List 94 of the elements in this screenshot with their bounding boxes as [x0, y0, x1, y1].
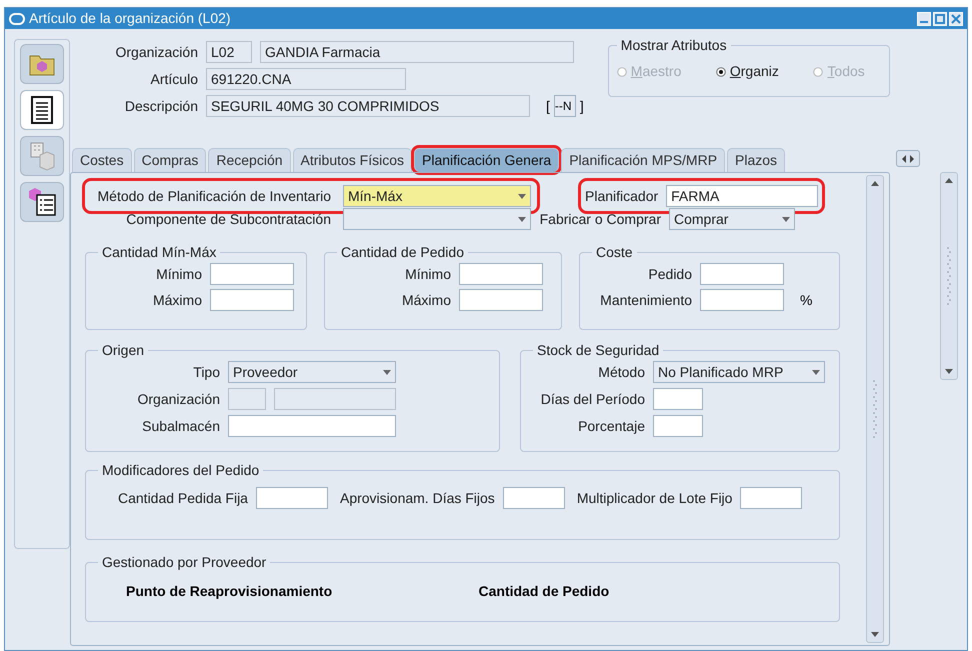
field-label: Mínimo	[155, 264, 202, 284]
column-header: Cantidad de Pedido	[478, 582, 610, 601]
field-label: Aprovisionam. Días Fijos	[340, 488, 495, 508]
tab[interactable]: Recepción	[208, 148, 291, 172]
radio-option[interactable]: Organiz	[716, 61, 779, 82]
input-field[interactable]	[740, 487, 802, 509]
input-field[interactable]: GANDIA Farmacia	[260, 41, 574, 63]
group-title: Cantidad Mín-Máx	[101, 243, 218, 262]
vertical-scrollbar[interactable]	[940, 172, 958, 380]
input-field[interactable]: SEGURIL 40MG 30 COMPRIMIDOS	[206, 95, 530, 117]
tab[interactable]: Compras	[134, 148, 206, 172]
field-label: Pedido	[647, 264, 692, 284]
tab-scroll-button[interactable]	[896, 150, 920, 167]
input-field[interactable]: L02	[206, 41, 252, 63]
scroll-up-icon[interactable]	[944, 177, 954, 184]
bracket-text: ]	[580, 96, 584, 116]
field-label: Artículo	[150, 70, 198, 88]
field-label: Tipo	[192, 362, 220, 382]
window-title: Artículo de la organización (L02)	[29, 9, 231, 28]
dropdown-caret-icon	[383, 370, 391, 374]
app-logo-icon	[9, 12, 25, 24]
toolbar-button[interactable]	[20, 90, 64, 130]
radio-icon[interactable]	[716, 66, 726, 76]
field-label: Organización	[114, 42, 198, 62]
input-field[interactable]	[653, 415, 703, 437]
select-field[interactable]	[343, 208, 531, 230]
select-field[interactable]: Mín-Máx	[343, 185, 531, 207]
scroll-down-icon[interactable]	[870, 631, 880, 638]
group-title: Modificadores del Pedido	[101, 461, 260, 480]
dropdown-caret-icon	[782, 216, 790, 222]
field-label: Método	[597, 362, 645, 382]
group-title: Cantidad de Pedido	[340, 243, 465, 262]
group-title: Origen	[101, 341, 146, 360]
field-label: Días del Período	[540, 390, 645, 408]
toolbar-button[interactable]	[20, 182, 64, 222]
list-icon	[27, 187, 57, 217]
field-label: Porcentaje	[577, 416, 645, 436]
field-label: Planificador	[585, 186, 658, 206]
input-field[interactable]	[459, 263, 543, 285]
input-field[interactable]: FARMA	[666, 185, 818, 207]
field-label: Organización	[136, 390, 220, 409]
building-icon	[28, 141, 56, 171]
column-header: Punto de Reaprovisionamiento	[126, 582, 334, 601]
tab[interactable]: Atributos Físicos	[292, 148, 412, 172]
input-field[interactable]: 691220.CNA	[206, 68, 406, 90]
tab[interactable]: Costes	[72, 148, 132, 172]
input-field[interactable]	[210, 263, 294, 285]
dropdown-caret-icon	[812, 370, 820, 374]
input-field[interactable]	[700, 289, 784, 311]
left-right-arrows-icon	[902, 154, 914, 162]
select-field[interactable]: Comprar	[669, 208, 795, 230]
scroll-down-icon[interactable]	[944, 368, 954, 375]
document-icon	[31, 96, 53, 124]
group-title: Stock de Seguridad	[536, 341, 660, 360]
select-field[interactable]: Proveedor	[228, 361, 396, 383]
input-field[interactable]	[210, 289, 294, 311]
group-title: Coste	[595, 243, 634, 262]
field-label: Mínimo	[404, 264, 451, 284]
input-field[interactable]	[228, 388, 266, 410]
percent-label: %	[800, 290, 812, 310]
field-label: Multiplicador de Lote Fijo	[576, 488, 732, 508]
scroll-up-icon[interactable]	[870, 180, 880, 187]
vertical-scrollbar[interactable]	[866, 175, 884, 643]
input-field[interactable]	[653, 388, 703, 410]
input-field[interactable]	[274, 388, 396, 410]
input-field[interactable]	[502, 487, 565, 509]
select-field[interactable]: No Planificado MRP	[653, 361, 825, 383]
close-icon[interactable]	[949, 12, 963, 26]
maximize-icon[interactable]	[933, 12, 947, 26]
scroll-thumb-grip-icon	[872, 379, 878, 439]
dropdown-caret-icon	[518, 194, 526, 198]
tab[interactable]: Plazos	[727, 148, 786, 172]
scroll-thumb-grip-icon	[946, 246, 952, 306]
tab[interactable]: Planificación MPS/MRP	[561, 148, 726, 172]
field-label: Componente de Subcontratación	[125, 210, 331, 229]
field-label: Máximo	[152, 290, 202, 310]
field-label: Descripción	[124, 96, 198, 116]
revision-field[interactable]: --N	[554, 95, 576, 117]
input-field[interactable]	[700, 263, 784, 285]
dropdown-caret-icon	[518, 216, 526, 222]
field-label: Cantidad Pedida Fija	[118, 488, 248, 508]
field-label: Fabricar o Comprar	[538, 210, 661, 229]
bracket-text: [	[546, 96, 550, 116]
input-field[interactable]	[228, 415, 396, 437]
field-label: Máximo	[400, 290, 451, 310]
tab[interactable]: Planificación Genera	[414, 148, 560, 172]
minimize-icon[interactable]	[917, 12, 931, 26]
group-title: Gestionado por Proveedor	[101, 553, 268, 572]
field-label: Subalmacén	[141, 416, 220, 436]
input-field[interactable]	[256, 487, 328, 509]
field-label: Mantenimiento	[599, 290, 692, 310]
input-field[interactable]	[459, 289, 543, 311]
field-label: Método de Planificación de Inventario	[96, 186, 331, 206]
group-title: Mostrar Atributos	[620, 36, 728, 55]
